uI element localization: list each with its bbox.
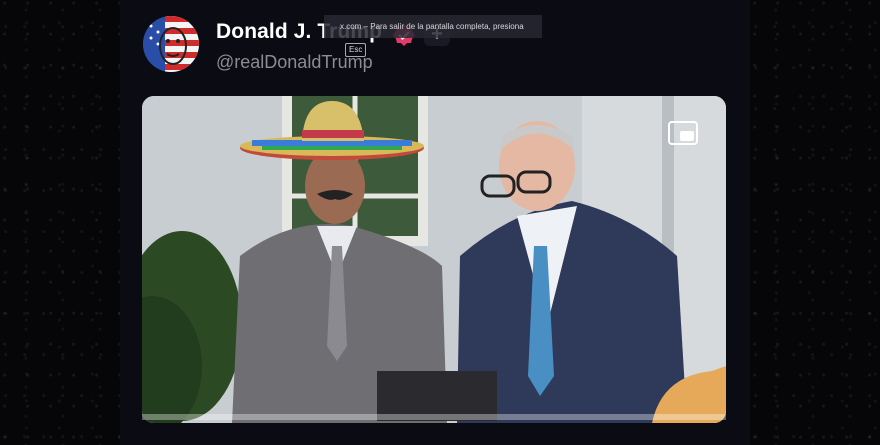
- flag-face-avatar-icon: [143, 16, 199, 72]
- fullscreen-exit-toast: x.com – Para salir de la pantalla comple…: [324, 15, 542, 57]
- avatar[interactable]: [143, 16, 199, 72]
- esc-key-hint: Esc: [345, 43, 367, 57]
- video-player[interactable]: [142, 96, 726, 423]
- video-progress-bar[interactable]: [142, 414, 726, 420]
- picture-in-picture-icon[interactable]: [668, 121, 698, 145]
- left-backdrop: [0, 0, 120, 445]
- video-frame: [142, 96, 726, 423]
- right-backdrop: [750, 0, 880, 445]
- fullscreen-toast-text: x.com – Para salir de la pantalla comple…: [340, 22, 524, 31]
